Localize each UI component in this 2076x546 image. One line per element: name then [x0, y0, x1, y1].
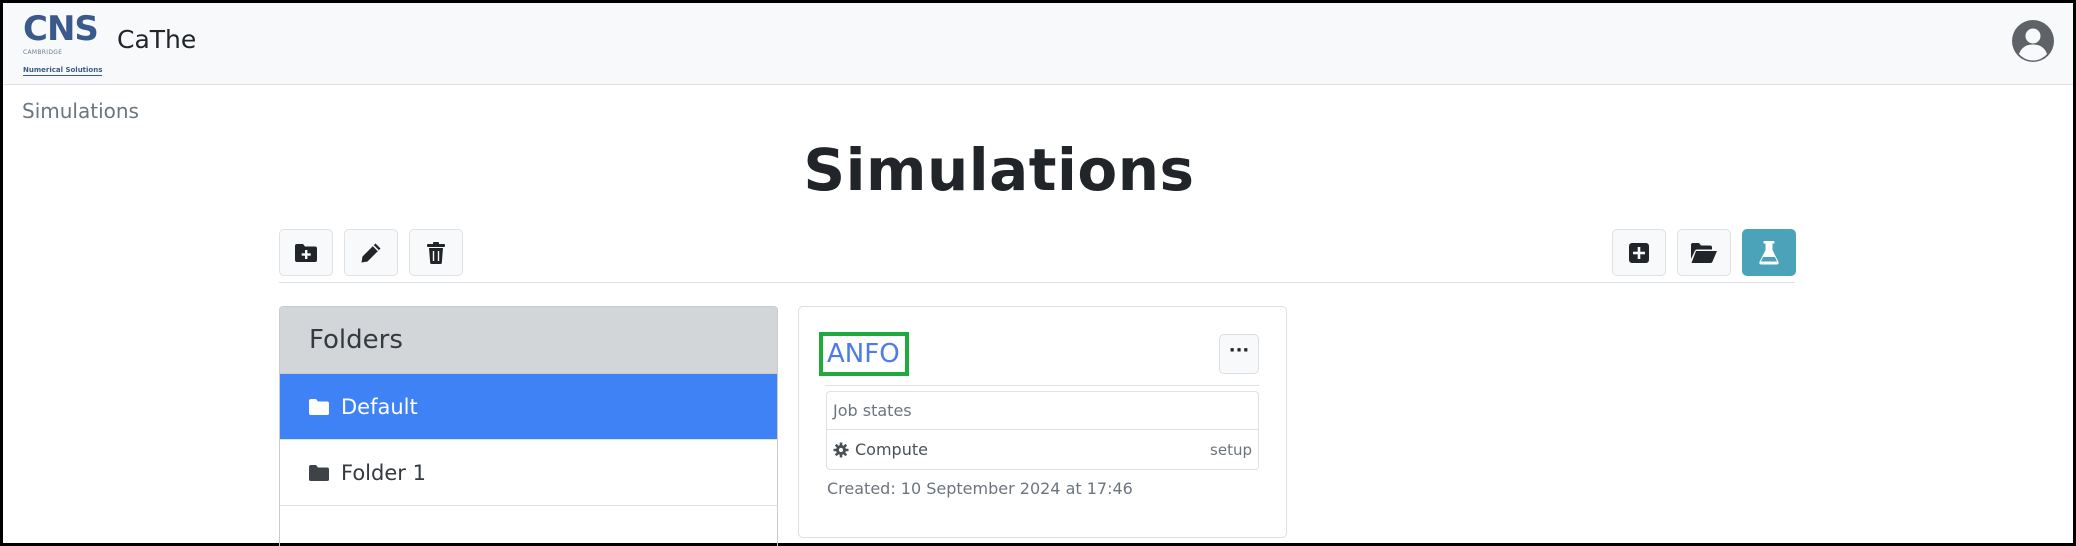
add-simulation-button[interactable] — [1612, 229, 1666, 276]
folder-item-default[interactable]: Default — [280, 374, 777, 440]
folder-item-folder-1[interactable]: Folder 1 — [280, 440, 777, 506]
open-folder-button[interactable] — [1677, 229, 1731, 276]
simulation-card: ANFO ··· Job states Compute setup Create… — [798, 306, 1287, 538]
delete-folder-button[interactable] — [409, 229, 463, 276]
trash-icon — [427, 241, 445, 264]
rename-folder-button[interactable] — [344, 229, 398, 276]
new-folder-button[interactable] — [279, 229, 333, 276]
folder-plus-icon — [295, 243, 317, 262]
logo-mark: CNS — [23, 9, 99, 49]
simulation-name-highlight: ANFO — [819, 332, 909, 376]
folder-icon — [309, 398, 329, 415]
folder-label: Folder 1 — [341, 460, 426, 485]
plus-square-icon — [1629, 242, 1649, 263]
logo-line-1: CAMBRIDGE — [23, 49, 63, 56]
page-title: Simulations — [0, 136, 2076, 204]
gear-icon — [833, 442, 849, 457]
cns-logo[interactable]: CNS CAMBRIDGE Numerical Solutions — [23, 9, 109, 76]
job-row-compute[interactable]: Compute setup — [827, 430, 1258, 469]
app-title[interactable]: CaThe — [117, 25, 196, 54]
job-label: Compute — [855, 440, 928, 459]
folder-label: Default — [341, 394, 418, 419]
folders-panel: Folders Default Folder 1 — [279, 306, 778, 546]
folder-icon — [309, 464, 329, 481]
breadcrumb: Simulations — [22, 99, 139, 123]
logo-line-2: Numerical Solutions — [23, 66, 103, 76]
job-status: setup — [1210, 440, 1252, 459]
user-circle-icon[interactable] — [2011, 19, 2055, 63]
created-timestamp: Created: 10 September 2024 at 17:46 — [827, 479, 1133, 498]
page-title-text: Simulations — [803, 136, 1195, 204]
job-states-table: Job states Compute setup — [826, 391, 1259, 470]
top-navbar: CNS CAMBRIDGE Numerical Solutions CaThe — [3, 3, 2073, 85]
job-states-heading: Job states — [827, 392, 1258, 430]
folders-heading: Folders — [280, 307, 777, 374]
toolbar-divider — [279, 282, 1795, 283]
pencil-icon — [361, 243, 381, 262]
folder-open-icon — [1691, 242, 1717, 263]
more-options-button[interactable]: ··· — [1219, 334, 1259, 374]
flask-icon — [1759, 240, 1779, 264]
experiments-button[interactable] — [1742, 229, 1796, 276]
simulation-name-link[interactable]: ANFO — [827, 339, 900, 369]
card-separator — [825, 385, 1259, 386]
